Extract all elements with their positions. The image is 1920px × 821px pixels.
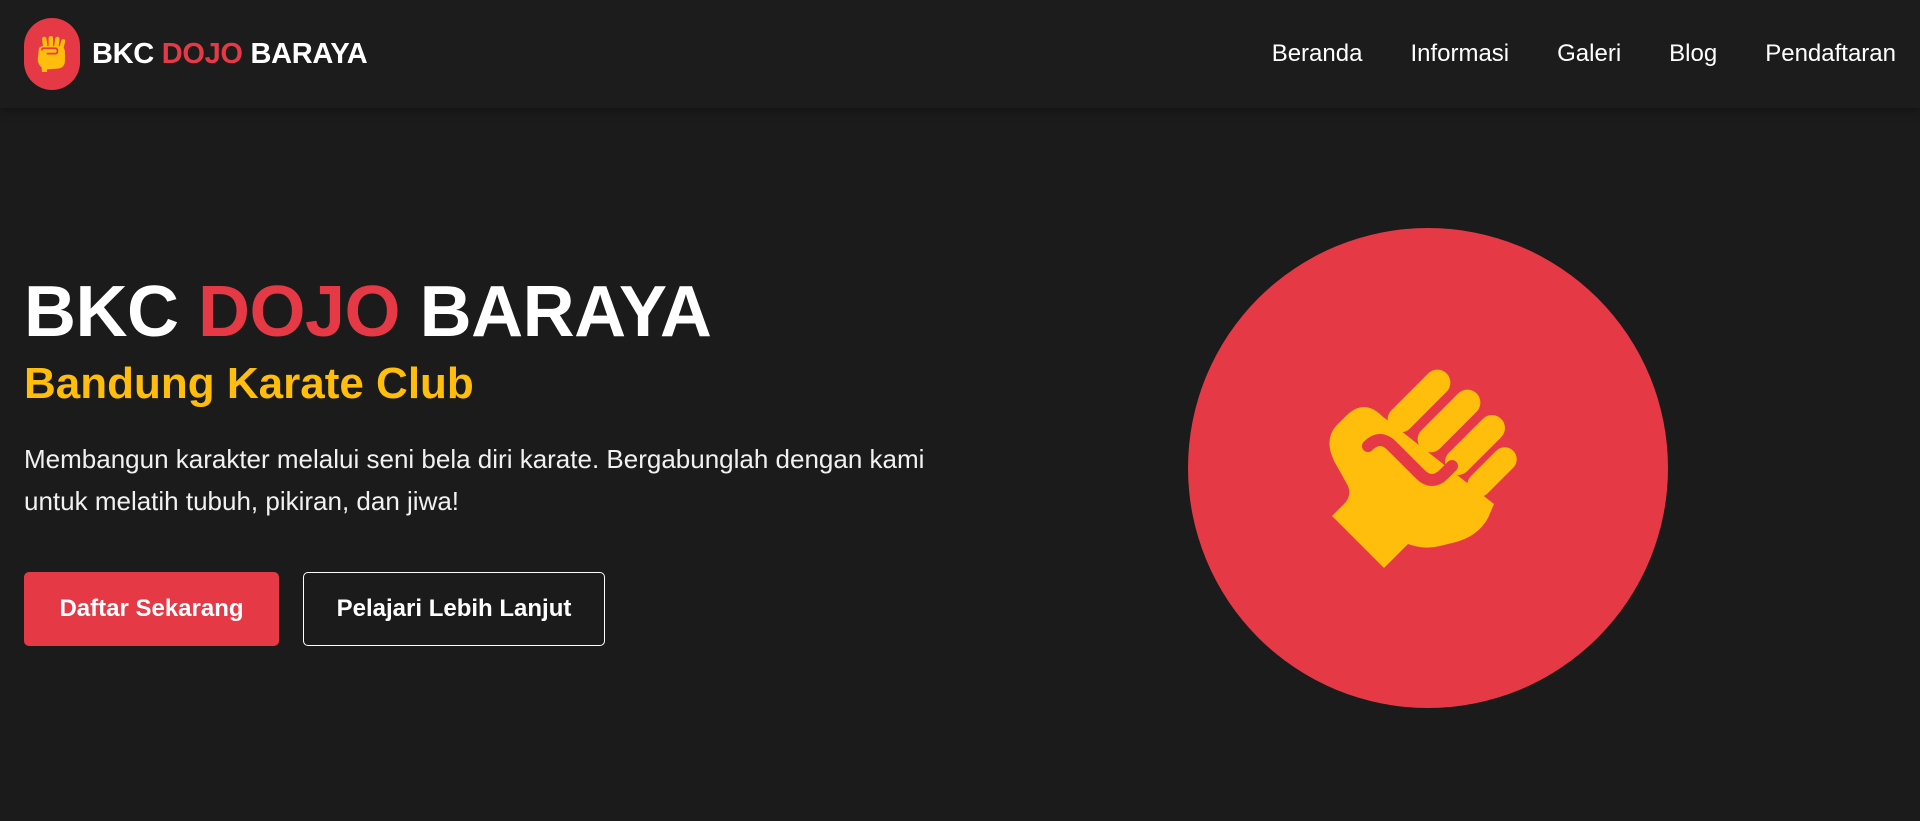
hero-title-part2: DOJO — [198, 272, 401, 352]
navbar: BKC DOJO BARAYA Beranda Informasi Galeri… — [0, 0, 1920, 108]
register-now-button[interactable]: Daftar Sekarang — [24, 572, 279, 646]
hero-title: BKC DOJO BARAYA — [24, 270, 1004, 354]
hero-illustration — [1188, 228, 1668, 708]
main-nav: Beranda Informasi Galeri Blog Pendaftara… — [1224, 40, 1896, 68]
nav-item-beranda[interactable]: Beranda — [1272, 40, 1363, 68]
hero-section: BKC DOJO BARAYA Bandung Karate Club Memb… — [24, 270, 1004, 646]
nav-item-galeri[interactable]: Galeri — [1557, 40, 1621, 68]
nav-item-blog[interactable]: Blog — [1669, 40, 1717, 68]
nav-item-informasi[interactable]: Informasi — [1410, 40, 1509, 68]
hero-buttons: Daftar Sekarang Pelajari Lebih Lanjut — [24, 572, 1004, 646]
hero-title-part1: BKC — [24, 272, 179, 352]
learn-more-button[interactable]: Pelajari Lebih Lanjut — [303, 572, 605, 646]
brand-home-link[interactable]: BKC DOJO BARAYA — [24, 18, 368, 90]
hero-subtitle: Bandung Karate Club — [24, 359, 474, 408]
brand-logo — [24, 18, 80, 90]
fist-icon — [37, 35, 66, 73]
fist-icon — [1329, 369, 1517, 568]
brand-name-part3: BARAYA — [250, 37, 368, 70]
hero-title-part3: BARAYA — [419, 272, 712, 352]
nav-item-pendaftaran[interactable]: Pendaftaran — [1765, 40, 1896, 68]
brand-name-part1: BKC — [92, 37, 154, 70]
brand-name: BKC DOJO BARAYA — [92, 37, 368, 71]
hero-description: Membangun karakter melalui seni bela dir… — [24, 444, 925, 516]
brand-name-part2: DOJO — [161, 37, 243, 70]
